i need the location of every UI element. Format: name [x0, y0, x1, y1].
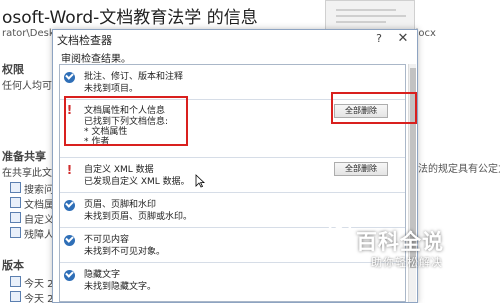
- search-issues-icon: [10, 182, 21, 193]
- result-detail: * 作者: [84, 137, 110, 147]
- document-info-title: osoft-Word-文档教育法学 的信息: [2, 8, 258, 28]
- dialog-title: 文档检查器: [57, 34, 112, 47]
- dialog-titlebar[interactable]: 文档检查器 ? ✕: [53, 30, 417, 48]
- check-circle-icon: [64, 269, 75, 281]
- result-detail: 已发现自定义 XML 数据。: [84, 177, 190, 187]
- result-hidden-text: 隐藏文字 未找到隐藏文字。: [60, 263, 405, 301]
- warning-icon: !: [66, 103, 73, 117]
- remove-all-button[interactable]: 全部删除: [334, 104, 388, 118]
- accessibility-icon: [10, 227, 21, 238]
- inspect-heading: 准备共享: [2, 150, 46, 163]
- check-circle-icon: [64, 234, 75, 246]
- result-custom-xml: ! 自定义 XML 数据 已发现自定义 XML 数据。 全部删除: [60, 158, 405, 193]
- watermark-subtitle: 助你轻松解决: [371, 256, 443, 269]
- help-button[interactable]: ?: [371, 31, 387, 47]
- result-detail: 未找到页眉、页脚或水印。: [84, 212, 193, 222]
- baike-logo-icon: [328, 214, 352, 238]
- result-headers-footers: 页眉、页脚和水印 未找到页眉、页脚或水印。: [60, 193, 405, 228]
- permissions-heading: 权限: [2, 63, 24, 76]
- document-properties-icon: [10, 197, 21, 208]
- check-circle-icon: [64, 71, 75, 83]
- versions-heading: 版本: [2, 259, 24, 272]
- check-circle-icon: [64, 199, 75, 211]
- document-thumbnail: [325, 0, 415, 30]
- dialog-subheading: 审阅检查结果。: [61, 54, 131, 65]
- result-detail: 未找到不可见对象。: [84, 247, 166, 257]
- document-inspector-dialog: 文档检查器 ? ✕ 审阅检查结果。 批注、修订、版本和注释 未找到项目。 ! 文…: [52, 29, 418, 303]
- mouse-cursor-icon: [195, 174, 205, 188]
- remove-all-button[interactable]: 全部删除: [334, 162, 388, 176]
- close-button[interactable]: ✕: [394, 31, 412, 47]
- result-detail: 未找到隐藏文字。: [84, 282, 157, 292]
- version-doc-icon: [10, 276, 21, 287]
- result-detail: 未找到项目。: [84, 84, 139, 94]
- version-doc-icon: [10, 291, 21, 302]
- watermark-title: 百科全说: [356, 230, 444, 254]
- inspection-results-list: 批注、修订、版本和注释 未找到项目。 ! 文档属性和个人信息 已找到下列文档信息…: [59, 64, 406, 302]
- result-doc-properties: ! 文档属性和个人信息 已找到下列文档信息: * 文档属性 * 作者 全部删除: [60, 100, 405, 158]
- warning-icon: !: [66, 163, 73, 177]
- result-comments: 批注、修订、版本和注释 未找到项目。: [60, 65, 405, 100]
- result-invisible-content: 不可见内容 未找到不可见对象。: [60, 228, 405, 263]
- custom-xml-icon: [10, 212, 21, 223]
